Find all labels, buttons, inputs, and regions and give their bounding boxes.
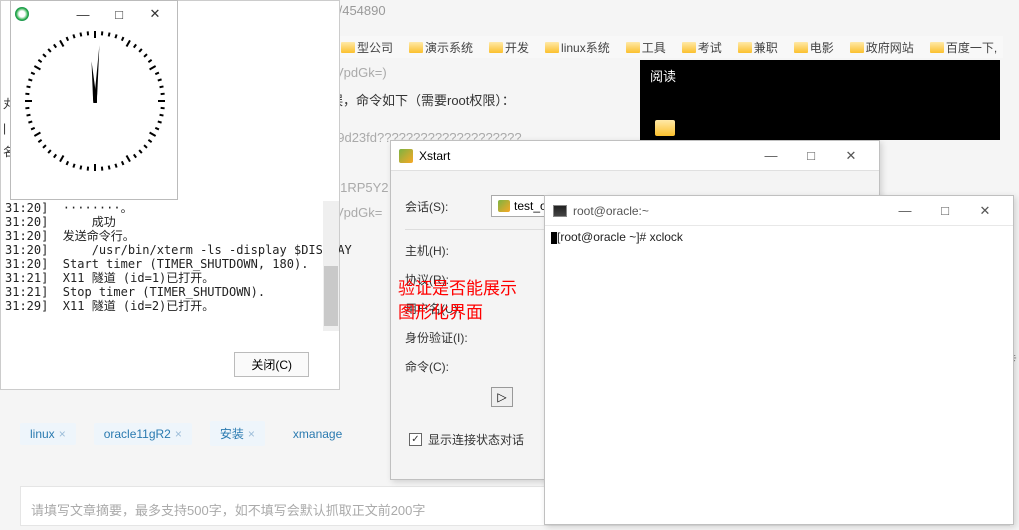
tag-oracle[interactable]: oracle11gR2× — [94, 423, 192, 445]
maximize-button[interactable]: □ — [791, 142, 831, 170]
folder-icon — [489, 42, 503, 53]
session-label: 会话(S): — [405, 198, 477, 215]
bookmark-item[interactable]: 演示系统 — [403, 39, 479, 56]
bg-hash: VpdGk=) — [335, 65, 387, 80]
maximize-button[interactable]: □ — [925, 197, 965, 225]
right-panel-title: 阅读 — [650, 69, 676, 84]
scrollbar-thumb[interactable] — [324, 266, 338, 326]
close-button[interactable]: ✕ — [965, 197, 1005, 225]
tag-linux[interactable]: linux× — [20, 423, 76, 445]
remove-icon[interactable]: × — [59, 427, 66, 441]
summary-placeholder: 请填写文章摘要，最多支持500字，如不填写会默认抓取正文前200字 — [31, 503, 425, 518]
show-status-checkbox[interactable]: ✓ — [409, 433, 422, 446]
bookmarks-bar: 型公司 演示系统 开发 linux系统 工具 考试 兼职 电影 政府网站 百度一… — [335, 36, 1003, 58]
command-text: xclock — [650, 230, 683, 244]
terminal-icon — [553, 205, 567, 217]
bg-error-text: 误，命令如下（需要root权限）： — [330, 90, 515, 109]
clock-icon — [15, 7, 29, 21]
clock-face — [25, 31, 165, 171]
bookmark-item[interactable]: linux系统 — [539, 39, 616, 56]
window-title: Xstart — [419, 149, 450, 163]
play-icon: ▷ — [497, 390, 506, 404]
folder-icon — [738, 42, 752, 53]
run-button[interactable]: ▷ — [491, 387, 513, 407]
bookmark-item[interactable]: 型公司 — [335, 39, 399, 56]
folder-icon — [682, 42, 696, 53]
xclock-window: — □ ✕ — [10, 0, 178, 200]
close-button[interactable]: ✕ — [831, 142, 871, 170]
minimize-button[interactable]: — — [751, 142, 791, 170]
minimize-button[interactable]: — — [885, 197, 925, 225]
maximize-button[interactable]: □ — [101, 2, 137, 26]
bookmark-item[interactable]: 政府网站 — [844, 39, 920, 56]
window-title: root@oracle:~ — [573, 204, 649, 218]
titlebar[interactable]: root@oracle:~ — □ ✕ — [545, 196, 1013, 226]
remove-icon[interactable]: × — [175, 427, 182, 441]
terminal-window: root@oracle:~ — □ ✕ [root@oracle ~]# xcl… — [544, 195, 1014, 525]
session-icon — [498, 200, 510, 212]
folder-icon — [850, 42, 864, 53]
close-button[interactable]: 关闭(C) — [234, 352, 309, 377]
titlebar[interactable]: — □ ✕ — [11, 1, 177, 27]
host-label: 主机(H): — [405, 242, 477, 259]
bookmark-item[interactable]: 工具 — [620, 39, 672, 56]
username-label: 用户名(U): — [405, 300, 477, 317]
terminal-output[interactable]: [root@oracle ~]# xclock — [545, 226, 1013, 249]
scrollbar[interactable] — [323, 201, 339, 331]
folder-icon — [794, 42, 808, 53]
tags-row: linux× oracle11gR2× 安装× xmanage — [20, 421, 352, 446]
bookmark-item[interactable]: 开发 — [483, 39, 535, 56]
minute-hand — [94, 45, 101, 103]
remove-icon[interactable]: × — [248, 427, 255, 441]
bookmark-item[interactable]: 百度一下, — [924, 39, 1003, 56]
protocol-label: 协议(R): — [405, 271, 477, 288]
show-status-label: 显示连接状态对话 — [428, 431, 524, 448]
tag-install[interactable]: 安装× — [210, 421, 265, 446]
bookmark-item[interactable]: 电影 — [788, 39, 840, 56]
minimize-button[interactable]: — — [65, 2, 101, 26]
close-button[interactable]: ✕ — [137, 2, 173, 26]
folder-icon — [341, 42, 355, 53]
folder-icon — [626, 42, 640, 53]
tag-xmanager[interactable]: xmanage — [283, 423, 352, 445]
right-panel: 阅读 — [640, 60, 1000, 140]
folder-icon — [545, 42, 559, 53]
titlebar[interactable]: Xstart — □ ✕ — [391, 141, 879, 171]
bg-vpd2: VpdGk= — [335, 205, 382, 220]
command-label: 命令(C): — [405, 358, 477, 375]
folder-icon — [655, 120, 675, 136]
bookmark-item[interactable]: 考试 — [676, 39, 728, 56]
folder-icon — [930, 42, 944, 53]
auth-label: 身份验证(I): — [405, 329, 477, 346]
bookmark-item[interactable]: 兼职 — [732, 39, 784, 56]
prompt: [root@oracle ~]# — [557, 230, 650, 244]
url-fragment: t/454890 — [335, 3, 386, 18]
log-output: 31:20] ········。 31:20] 成功 31:20] 发送命令行。… — [5, 201, 325, 313]
app-icon — [399, 149, 413, 163]
folder-icon — [409, 42, 423, 53]
